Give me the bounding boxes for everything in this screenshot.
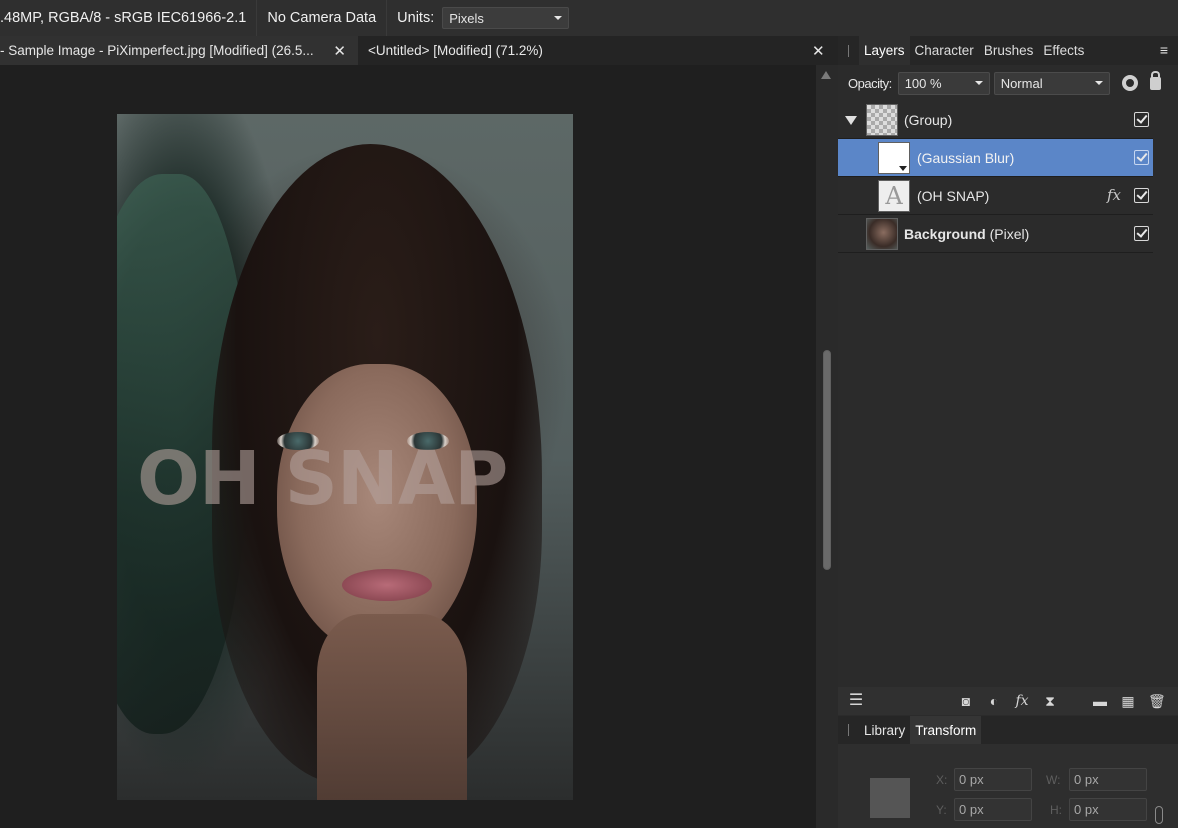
hourglass-icon <box>899 166 907 171</box>
tab-brushes[interactable]: Brushes <box>979 36 1039 65</box>
w-label: W: <box>1046 773 1061 787</box>
h-field[interactable]: 0 px <box>1069 798 1147 821</box>
scrollbar-thumb[interactable] <box>823 350 831 570</box>
layer-thumbnail <box>866 104 898 136</box>
trash-icon[interactable]: 🗑 <box>1148 693 1166 709</box>
tab-sample-image[interactable]: - Sample Image - PiXimperfect.jpg [Modif… <box>0 36 358 65</box>
layer-name: (Gaussian Blur) <box>917 149 1015 166</box>
pixel-layer-icon[interactable]: ▦ <box>1120 693 1136 709</box>
tab-character[interactable]: Character <box>910 36 979 65</box>
context-toolbar: .48MP, RGBA/8 - sRGB IEC61966-2.1 No Cam… <box>0 0 1178 36</box>
x-field[interactable]: 0 px <box>954 768 1032 791</box>
close-icon[interactable]: ✕ <box>812 42 825 60</box>
fx-icon[interactable]: fx <box>1014 693 1030 709</box>
layers-toolbar: ☰ ◙ ◐ fx ⧗ ▬ ▦ 🗑 <box>838 687 1178 715</box>
fx-icon[interactable]: fx <box>1107 186 1121 204</box>
layer-name: (OH SNAP) <box>917 187 990 204</box>
layer-row-gaussian-blur[interactable]: (Gaussian Blur) <box>838 139 1153 177</box>
layer-row-group[interactable]: (Group) <box>838 101 1153 139</box>
anchor-point-selector[interactable] <box>867 775 913 821</box>
layer-name: Background (Pixel) <box>904 226 1029 242</box>
scroll-up-icon[interactable] <box>821 71 831 79</box>
layer-name-bold: Background <box>904 225 986 242</box>
h-label: H: <box>1050 803 1062 817</box>
chevron-down-icon <box>1094 81 1103 85</box>
gear-icon[interactable] <box>1121 75 1138 91</box>
visibility-checkbox[interactable] <box>1134 112 1149 127</box>
tab-layers[interactable]: Layers <box>859 36 910 65</box>
layer-row-background[interactable]: Background (Pixel) <box>838 215 1153 253</box>
panel-tab-bar: Layers Character Brushes Effects ≡ <box>838 36 1178 65</box>
layer-name: (Group) <box>904 111 953 128</box>
link-icon[interactable] <box>1155 806 1163 824</box>
panel-menu-icon[interactable]: ≡ <box>1160 42 1168 58</box>
chevron-down-icon <box>974 81 983 85</box>
units-dropdown[interactable]: Pixels <box>442 7 570 29</box>
visibility-checkbox[interactable] <box>1134 188 1149 203</box>
opacity-value: 100 % <box>904 75 942 91</box>
tab-transform[interactable]: Transform <box>910 716 982 744</box>
neck-shape <box>317 614 467 800</box>
lips-shape <box>342 569 432 601</box>
separator <box>256 0 258 36</box>
units-value: Pixels <box>449 10 484 26</box>
layers-stack-icon[interactable]: ☰ <box>848 693 864 709</box>
camera-info: No Camera Data <box>267 10 377 26</box>
x-label: X: <box>936 773 948 787</box>
expand-triangle-icon[interactable] <box>845 116 857 125</box>
tab-label: - Sample Image - PiXimperfect.jpg [Modif… <box>0 43 314 58</box>
lower-panel-tab-bar: Library Transform <box>838 716 1178 744</box>
lock-icon[interactable] <box>1149 70 1161 90</box>
tab-effects[interactable]: Effects <box>1038 36 1089 65</box>
blend-mode-value: Normal <box>1000 75 1043 91</box>
visibility-checkbox[interactable] <box>1134 226 1149 241</box>
chevron-down-icon <box>554 16 563 20</box>
y-label: Y: <box>936 803 947 817</box>
layer-thumbnail <box>878 142 910 174</box>
vertical-scrollbar[interactable] <box>816 65 838 828</box>
layer-properties-bar: Opacity: 100 % Normal <box>838 65 1178 101</box>
w-field[interactable]: 0 px <box>1069 768 1147 791</box>
layer-thumbnail <box>866 218 898 250</box>
layers-list: (Group) (Gaussian Blur) A (OH SNAP) fx B… <box>838 101 1153 253</box>
layer-name-suffix: (Pixel) <box>985 225 1030 242</box>
panel-grip[interactable] <box>848 44 849 57</box>
close-icon[interactable]: ✕ <box>333 42 346 60</box>
document-canvas-image[interactable]: OH SNAP <box>117 114 573 800</box>
y-field[interactable]: 0 px <box>954 798 1032 821</box>
document-tab-bar: - Sample Image - PiXimperfect.jpg [Modif… <box>0 36 838 65</box>
blend-mode-dropdown[interactable]: Normal <box>993 71 1110 95</box>
text-layer-icon: A <box>878 180 910 212</box>
tab-library[interactable]: Library <box>859 716 910 744</box>
folder-icon[interactable]: ▬ <box>1092 693 1108 709</box>
mask-layer-icon[interactable]: ◙ <box>958 693 974 709</box>
visibility-checkbox[interactable] <box>1134 150 1149 165</box>
tab-label: <Untitled> [Modified] (71.2%) <box>368 43 543 58</box>
opacity-dropdown[interactable]: 100 % <box>897 71 990 95</box>
separator <box>386 0 388 36</box>
opacity-label: Opacity: <box>848 75 892 91</box>
canvas-text-layer[interactable]: OH SNAP <box>137 436 573 522</box>
image-info: .48MP, RGBA/8 - sRGB IEC61966-2.1 <box>0 10 247 26</box>
panel-grip[interactable] <box>848 724 849 736</box>
transform-panel: X: 0 px W: 0 px Y: 0 px H: 0 px <box>838 744 1178 828</box>
adjustment-icon[interactable]: ◐ <box>986 693 1002 709</box>
units-label: Units: <box>397 10 435 26</box>
tab-untitled[interactable]: <Untitled> [Modified] (71.2%) <box>368 36 543 65</box>
layer-row-oh-snap[interactable]: A (OH SNAP) fx <box>838 177 1153 215</box>
live-filter-icon[interactable]: ⧗ <box>1042 693 1058 709</box>
layers-panel: Layers Character Brushes Effects ≡ Opaci… <box>838 36 1178 828</box>
